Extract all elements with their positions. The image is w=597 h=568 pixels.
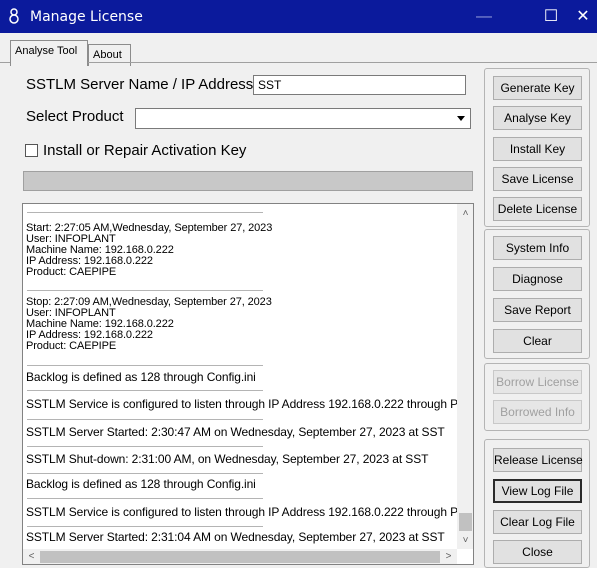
borrowed-info-button[interactable]: Borrowed Info [493, 400, 582, 424]
log-separator [27, 212, 263, 213]
server-name-value: SST [258, 78, 282, 92]
borrow-license-button[interactable]: Borrow License [493, 370, 582, 394]
vertical-scroll-thumb[interactable] [459, 513, 472, 531]
log-line: SSTLM Server Started: 2:31:04 AM on Wedn… [26, 530, 445, 544]
scroll-left-icon[interactable]: < [23, 549, 40, 564]
server-name-input[interactable]: SST [253, 75, 466, 95]
close-window-button[interactable]: ✕ [560, 0, 597, 33]
release-license-button[interactable]: Release License [493, 448, 583, 472]
delete-license-button[interactable]: Delete License [493, 197, 582, 221]
select-product-label: Select Product [26, 108, 124, 125]
scroll-down-icon[interactable]: ˅ [457, 533, 473, 549]
diagnostics-group: System Info Diagnose Save Report Clear [484, 229, 590, 359]
log-content: Start: 2:27:05 AM,Wednesday, September 2… [23, 204, 457, 549]
log-line: SSTLM Service is configured to listen th… [26, 397, 457, 411]
log-output[interactable]: Start: 2:27:05 AM,Wednesday, September 2… [22, 203, 474, 565]
generate-key-button[interactable]: Generate Key [493, 76, 582, 100]
save-license-button[interactable]: Save License [493, 167, 582, 191]
log-line: SSTLM Server Started: 2:30:47 AM on Wedn… [26, 425, 445, 439]
log-separator [27, 290, 263, 291]
system-info-button[interactable]: System Info [493, 236, 582, 260]
license-actions-group: Generate Key Analyse Key Install Key Sav… [484, 68, 590, 227]
install-key-button[interactable]: Install Key [493, 137, 582, 161]
log-line: Backlog is defined as 128 through Config… [26, 477, 256, 491]
log-line: Backlog is defined as 128 through Config… [26, 370, 256, 384]
horizontal-scrollbar[interactable]: < > [23, 549, 457, 564]
log-line: SSTLM Shut-down: 2:31:00 AM, on Wednesda… [26, 452, 429, 466]
log-separator [27, 526, 263, 527]
progress-bar [23, 171, 473, 191]
view-log-file-button[interactable]: View Log File [493, 479, 582, 503]
title-bar[interactable]: Manage License — ☐ ✕ [0, 0, 597, 33]
diagnose-button[interactable]: Diagnose [493, 267, 582, 291]
log-separator [27, 498, 263, 499]
log-separator [27, 419, 263, 420]
clear-log-file-button[interactable]: Clear Log File [493, 510, 582, 534]
app-icon [9, 8, 19, 24]
horizontal-scroll-thumb[interactable] [40, 551, 440, 563]
log-actions-group: Release License View Log File Clear Log … [484, 439, 590, 568]
log-line: SSTLM Service is configured to listen th… [26, 505, 457, 519]
scroll-up-icon[interactable]: ˄ [457, 206, 473, 222]
log-line: Product: CAEPIPE [26, 266, 117, 278]
save-report-button[interactable]: Save Report [493, 298, 582, 322]
minimize-button[interactable]: — [461, 0, 507, 33]
install-checkbox-label[interactable]: Install or Repair Activation Key [43, 142, 246, 159]
install-checkbox[interactable] [25, 144, 38, 157]
close-button[interactable]: Close [493, 540, 582, 564]
vertical-scrollbar[interactable]: ˄ ˅ [457, 204, 473, 549]
clear-button[interactable]: Clear [493, 329, 582, 353]
borrow-group: Borrow License Borrowed Info [484, 363, 590, 431]
log-separator [27, 446, 263, 447]
chevron-down-icon[interactable] [454, 111, 468, 125]
tab-divider [0, 62, 597, 63]
scroll-right-icon[interactable]: > [440, 549, 457, 564]
select-product-dropdown[interactable] [135, 108, 471, 129]
tab-analyse-tool[interactable]: Analyse Tool [10, 40, 88, 66]
server-name-label: SSTLM Server Name / IP Address: [26, 76, 258, 93]
analyse-key-button[interactable]: Analyse Key [493, 106, 582, 130]
log-separator [27, 390, 263, 391]
log-line: Product: CAEPIPE [26, 340, 117, 352]
log-separator [27, 365, 263, 366]
log-separator [27, 473, 263, 474]
window-title: Manage License [30, 9, 143, 25]
